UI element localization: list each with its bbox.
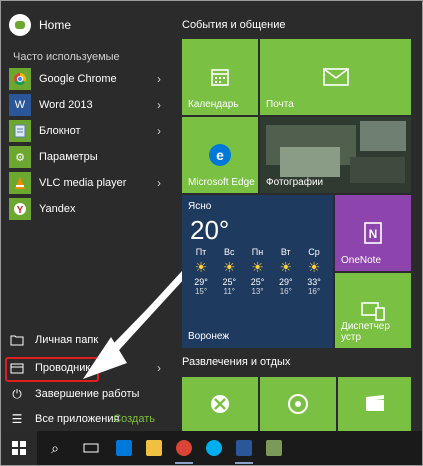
tile-label: OneNote <box>341 255 382 266</box>
tile-device-manager[interactable]: Диспетчер устр <box>335 273 411 348</box>
forecast-day-name: Пн <box>251 247 264 257</box>
forecast-day-name: Пт <box>195 247 207 257</box>
screenshot-frame: Home Часто используемые Google Chrome › … <box>0 0 423 466</box>
tile-mail[interactable]: Почта <box>260 39 411 115</box>
weather-temperature: 20° <box>190 215 230 245</box>
tile-label: Почта <box>266 99 294 110</box>
taskbar-skype[interactable] <box>199 431 229 465</box>
forecast-day: Вт ☀ 29° 16° <box>273 247 299 296</box>
film-icon <box>338 377 411 431</box>
forecast-day-name: Вт <box>280 247 291 257</box>
forecast-low: 15° <box>194 287 208 296</box>
sun-icon: ☀ <box>307 259 321 275</box>
weather-city: Воронеж <box>188 331 230 342</box>
windows-logo-icon <box>12 441 26 455</box>
taskbar-chrome[interactable] <box>169 431 199 465</box>
sun-cloud-icon: ☀ <box>279 259 293 275</box>
start-menu: Home Часто используемые Google Chrome › … <box>1 1 422 431</box>
forecast-high: 25° <box>250 277 265 287</box>
tile-movies[interactable] <box>338 377 411 431</box>
music-disc-icon <box>260 377 336 431</box>
start-button[interactable] <box>1 431 37 465</box>
folder-icon <box>146 440 162 456</box>
taskbar: ⌕ <box>1 431 422 465</box>
forecast-high: 29° <box>194 277 208 287</box>
active-indicator <box>175 462 193 464</box>
forecast-day: Пт ☀ 29° 15° <box>188 247 214 296</box>
tile-label: Диспетчер устр <box>341 321 390 343</box>
forecast-day-name: Ср <box>308 247 320 257</box>
forecast-low: 13° <box>251 287 264 296</box>
taskbar-edge[interactable] <box>109 431 139 465</box>
forecast-high: 29° <box>278 277 293 287</box>
tile-xbox[interactable] <box>182 377 258 431</box>
svg-text:e: e <box>216 147 224 163</box>
edge-icon <box>116 440 132 456</box>
forecast-day: Вс ☀ 25° 11° <box>216 247 242 296</box>
tile-weather[interactable]: Ясно 20° Пт ☀ 29° 15° Вс ☀ 25° 11° Пн ☀ <box>182 195 333 348</box>
tile-photos[interactable]: Фотографии <box>260 117 411 193</box>
forecast-low: 16° <box>279 287 292 296</box>
forecast-day: Пн ☀ 25° 13° <box>245 247 271 296</box>
skype-icon <box>206 440 222 456</box>
app-icon <box>266 440 282 456</box>
active-indicator <box>235 462 253 464</box>
tile-calendar[interactable]: Календарь <box>182 39 258 115</box>
forecast-row: Пт ☀ 29° 15° Вс ☀ 25° 11° Пн ☀ 25° 13° В… <box>188 247 327 296</box>
task-view-button[interactable] <box>73 431 109 465</box>
task-view-icon <box>83 443 99 453</box>
forecast-high: 25° <box>222 277 237 287</box>
tile-label: Календарь <box>188 99 239 110</box>
search-button[interactable]: ⌕ <box>37 431 73 465</box>
chrome-icon <box>176 440 192 456</box>
word-icon <box>236 440 252 456</box>
forecast-day: Ср ☀ 33° 16° <box>301 247 327 296</box>
tile-onenote[interactable]: N OneNote <box>335 195 411 271</box>
tile-label: Microsoft Edge <box>188 177 255 188</box>
sun-cloud-icon: ☀ <box>194 259 208 275</box>
xbox-icon <box>182 377 258 431</box>
sun-icon: ☀ <box>251 259 264 275</box>
forecast-low: 11° <box>223 287 235 296</box>
search-icon: ⌕ <box>51 439 59 456</box>
forecast-day-name: Вс <box>223 247 235 257</box>
tile-groove-music[interactable] <box>260 377 336 431</box>
forecast-low: 16° <box>307 287 321 296</box>
taskbar-explorer[interactable] <box>139 431 169 465</box>
forecast-high: 33° <box>307 277 321 287</box>
group-title-social: События и общение <box>182 19 286 31</box>
taskbar-word[interactable] <box>229 431 259 465</box>
group-title-entertainment: Развлечения и отдых <box>182 356 291 368</box>
tile-edge[interactable]: e Microsoft Edge <box>182 117 258 193</box>
svg-text:N: N <box>369 227 378 241</box>
sun-icon: ☀ <box>222 259 236 275</box>
tile-label: Фотографии <box>266 177 324 188</box>
taskbar-app[interactable] <box>259 431 289 465</box>
weather-condition: Ясно <box>188 201 212 212</box>
